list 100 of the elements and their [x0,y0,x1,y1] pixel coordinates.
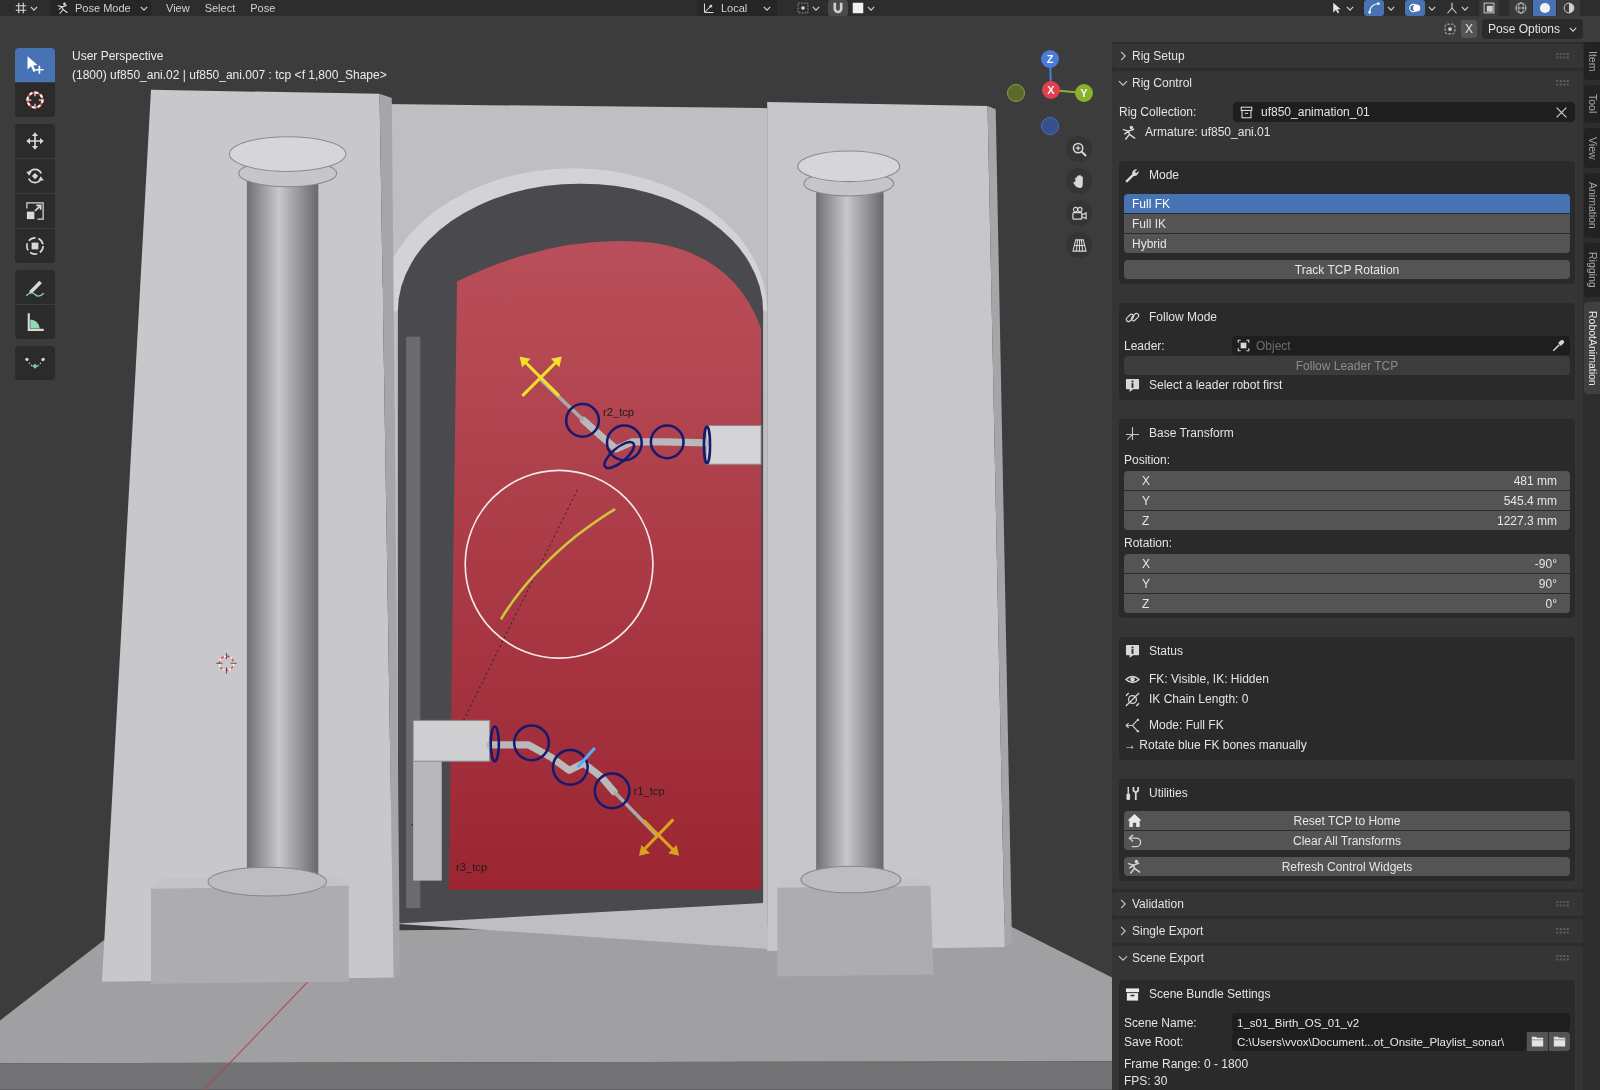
nav-button[interactable] [1066,168,1092,194]
action-button[interactable]: Reset TCP to Home [1124,811,1570,830]
number-field[interactable]: Y 90° [1124,574,1570,593]
toggle-button[interactable]: X [1460,20,1477,38]
nav-button[interactable] [1066,200,1092,226]
axes-icon [1125,425,1140,441]
sidebar-tab[interactable]: RobotAnimation [1584,301,1600,395]
tool-button[interactable] [15,194,55,228]
grip-icon [1556,901,1569,907]
shading-button[interactable] [1533,0,1556,16]
caret-icon [1387,5,1395,11]
dotted-square-icon[interactable] [797,2,809,14]
branch-icon [1125,717,1140,733]
sidebar-tab[interactable]: Rigging [1584,242,1600,297]
menu-item[interactable]: Select [204,0,236,16]
number-field[interactable]: Z 0° [1124,594,1570,613]
panel-header[interactable]: Single Export [1112,919,1583,943]
toggle-button[interactable] [1364,0,1384,16]
orientation-dropdown[interactable]: Local [697,0,777,16]
tool-button[interactable] [15,159,55,193]
action-button[interactable]: Track TCP Rotation [1124,260,1570,279]
fork-icon[interactable] [1446,2,1458,14]
collection-field[interactable]: uf850_animation_01 [1233,102,1575,122]
axis-handle[interactable] [1007,84,1025,102]
toggle-button[interactable] [1405,0,1425,16]
field-label: Rig Collection: [1119,105,1198,119]
tool-button[interactable] [15,83,55,117]
scale-icon [25,201,45,221]
text-field[interactable]: C:\Users\vvox\Document...ot_Onsite_Playlist_sonar\ [1232,1032,1526,1051]
axis-handle[interactable]: Z [1041,50,1059,68]
snap-button[interactable] [828,0,848,16]
info-text: Frame Range: 0 - 1800 [1124,1056,1249,1071]
nav-button[interactable] [1066,232,1092,258]
eyedropper-icon [1552,339,1565,352]
panel-header[interactable]: Rig Control [1112,71,1583,95]
half-circle-icon [1562,2,1575,14]
caret-icon [30,5,38,11]
object-info: (1800) uf850_ani.02 | uf850_ani.007 : tcp <f 1,800_Shape> [72,67,387,84]
folder-button[interactable] [1527,1032,1548,1051]
tools-icon [1125,785,1140,801]
tool-button[interactable] [15,346,55,380]
shading-button[interactable] [1509,0,1532,16]
list-option[interactable]: Full FK [1124,194,1570,213]
protractor-icon [25,312,45,332]
nested-squares-icon [1483,2,1495,14]
text-field[interactable]: 1_s01_Birth_OS_01_v2 [1232,1013,1570,1032]
armature-label: Armature: uf850_ani.01 [1145,125,1271,139]
caret-icon [763,5,771,11]
menu-item[interactable]: View [166,0,190,16]
grid-icon [1071,237,1087,253]
tool-button[interactable] [15,270,55,304]
field-label: Scene Name: [1124,1015,1198,1030]
tool-button[interactable] [15,124,55,158]
options-dropdown[interactable]: Pose Options [1481,19,1583,39]
shading-button[interactable] [1557,0,1580,16]
menu-item[interactable]: Pose [250,0,276,16]
tool-button[interactable] [15,229,55,263]
caret-icon [1569,26,1577,32]
dashed-square-icon[interactable] [1443,23,1456,35]
number-field[interactable]: Z 1227.3 mm [1124,511,1570,530]
list-option[interactable]: Hybrid [1124,234,1570,253]
action-button[interactable]: Clear All Transforms [1124,831,1570,850]
crosshair-icon [25,90,45,110]
figure-icon [57,2,69,14]
folder-button[interactable] [1549,1032,1570,1051]
tool-button[interactable] [15,48,55,82]
square-icon[interactable] [852,2,864,14]
number-field[interactable]: X -90° [1124,554,1570,573]
archive-icon [1125,986,1140,1002]
sidebar-tab[interactable]: Item [1584,42,1600,81]
group-label: Rotation: [1124,535,1174,552]
status-text: Mode: Full FK [1149,718,1224,732]
mode-dropdown[interactable]: Pose Mode [51,0,151,16]
field-label: Leader: [1124,338,1166,353]
figure-icon [1122,124,1137,140]
camera-icon [1071,205,1087,221]
number-field[interactable]: X 481 mm [1124,471,1570,490]
panel-header[interactable]: Rig Setup [1112,44,1583,68]
action-button[interactable]: Refresh Control Widgets [1124,857,1570,876]
wrench-icon [1125,167,1140,183]
list-option[interactable]: Full IK [1124,214,1570,233]
crosshair-icon [215,652,238,674]
close-icon[interactable] [1555,105,1568,119]
info-text: Select a leader robot first [1149,378,1283,392]
panel-header[interactable]: Validation [1112,892,1583,916]
hash-icon[interactable] [15,2,27,14]
sidebar-tab[interactable]: Tool [1584,85,1600,123]
axis-handle[interactable] [1041,117,1059,135]
toggle-button[interactable] [1479,0,1499,16]
move-icon [25,131,45,151]
overlapping-circles-icon [1409,2,1421,14]
sidebar-tab[interactable]: View [1584,127,1600,169]
axis-handle[interactable]: X [1042,81,1060,99]
tool-button[interactable] [15,305,55,339]
number-field[interactable]: Y 545.4 mm [1124,491,1570,510]
section-title: Follow Mode [1149,310,1218,324]
panel-header[interactable]: Scene Export [1112,946,1583,970]
sidebar-tab[interactable]: Animation [1584,173,1600,238]
pointer-icon[interactable] [1331,2,1343,14]
nav-button[interactable] [1066,136,1092,162]
